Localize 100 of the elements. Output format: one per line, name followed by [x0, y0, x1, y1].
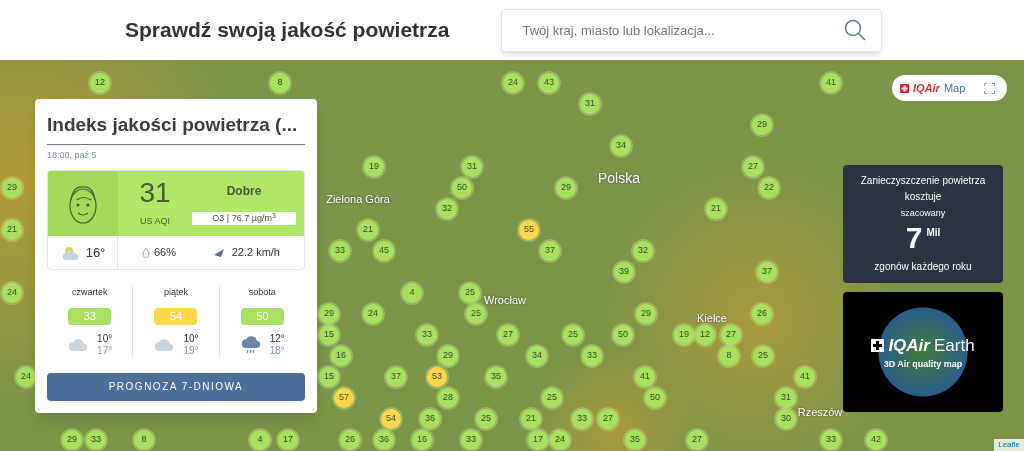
aqi-marker[interactable]: 8 — [719, 346, 739, 366]
aqi-marker[interactable]: 21 — [706, 199, 726, 219]
aqi-marker[interactable]: 4 — [402, 283, 422, 303]
aqi-marker[interactable]: 41 — [795, 367, 815, 387]
search-field[interactable]: Twój kraj, miasto lub lokalizacja... — [501, 8, 883, 52]
aqi-marker[interactable]: 33 — [572, 409, 592, 429]
aqi-marker[interactable]: 42 — [866, 430, 886, 450]
aqi-marker[interactable]: 21 — [358, 220, 378, 240]
aqi-marker[interactable]: 19 — [674, 325, 694, 345]
aqi-marker[interactable]: 29 — [752, 115, 772, 135]
aqi-marker[interactable]: 8 — [134, 430, 154, 450]
aqi-marker[interactable]: 41 — [635, 367, 655, 387]
swiss-cross-icon — [900, 83, 909, 93]
aqi-marker[interactable]: 24 — [2, 283, 22, 303]
aqi-marker[interactable]: 55 — [519, 220, 539, 240]
aqi-marker[interactable]: 29 — [556, 178, 576, 198]
aqi-marker[interactable]: 15 — [319, 367, 339, 387]
aqi-marker[interactable]: 50 — [452, 178, 472, 198]
forecast-high: 12° — [269, 332, 285, 345]
aqi-marker[interactable]: 26 — [752, 304, 772, 324]
aqi-marker[interactable]: 31 — [580, 94, 600, 114]
aqi-marker[interactable]: 27 — [721, 325, 741, 345]
aqi-marker[interactable]: 35 — [625, 430, 645, 450]
aqi-marker[interactable]: 24 — [16, 367, 36, 387]
place-label: Kielce — [697, 312, 727, 324]
aqi-marker[interactable]: 33 — [417, 325, 437, 345]
aqi-marker[interactable]: 25 — [476, 409, 496, 429]
aqi-marker[interactable]: 29 — [636, 304, 656, 324]
death-count: 7 — [905, 220, 923, 255]
aqi-marker[interactable]: 33 — [461, 430, 481, 450]
aqi-unit: US AQI — [140, 214, 170, 228]
aqi-marker[interactable]: 29 — [438, 346, 458, 366]
aqi-marker[interactable]: 34 — [527, 346, 547, 366]
aqi-marker[interactable]: 25 — [542, 388, 562, 408]
aqi-marker[interactable]: 32 — [437, 199, 457, 219]
aqi-status: Dobre — [226, 183, 262, 200]
aqi-marker[interactable]: 25 — [466, 304, 486, 324]
aqi-marker[interactable]: 12 — [695, 325, 715, 345]
aqi-marker[interactable]: 54 — [381, 409, 401, 429]
earth-banner[interactable]: IQAir Earth 3D Air quality map — [843, 292, 1003, 412]
aqi-marker[interactable]: 30 — [776, 409, 796, 429]
aqi-marker[interactable]: 26 — [340, 430, 360, 450]
aqi-marker[interactable]: 36 — [374, 430, 394, 450]
aqi-marker[interactable]: 31 — [462, 157, 482, 177]
aqi-marker[interactable]: 8 — [270, 73, 290, 93]
aqi-marker[interactable]: 4 — [250, 430, 270, 450]
aqi-marker[interactable]: 17 — [528, 430, 548, 450]
aqi-marker[interactable]: 35 — [486, 367, 506, 387]
aqi-marker[interactable]: 37 — [757, 262, 777, 282]
aqi-marker[interactable]: 25 — [753, 346, 773, 366]
aqi-marker[interactable]: 37 — [386, 367, 406, 387]
aqi-marker[interactable]: 31 — [776, 388, 796, 408]
aqi-marker[interactable]: 27 — [687, 430, 707, 450]
attribution-link[interactable]: Leafle — [994, 439, 1024, 451]
aqi-marker[interactable]: 16 — [331, 346, 351, 366]
forecast-button[interactable]: PROGNOZA 7-DNIOWA — [47, 372, 305, 401]
aqi-marker[interactable]: 25 — [460, 283, 480, 303]
aqi-marker[interactable]: 25 — [563, 325, 583, 345]
aqi-value: 31 — [139, 178, 171, 207]
aqi-marker[interactable]: 27 — [498, 325, 518, 345]
aqi-marker[interactable]: 19 — [364, 157, 384, 177]
earth-subtitle: 3D Air quality map — [883, 358, 963, 371]
aqi-marker[interactable]: 24 — [363, 304, 383, 324]
aqi-marker[interactable]: 43 — [539, 73, 559, 93]
aqi-marker[interactable]: 27 — [743, 157, 763, 177]
aqi-marker[interactable]: 16 — [412, 430, 432, 450]
aqi-marker[interactable]: 24 — [503, 73, 523, 93]
aqi-marker[interactable]: 33 — [582, 346, 602, 366]
aqi-marker[interactable]: 17 — [278, 430, 298, 450]
aqi-marker[interactable]: 34 — [611, 136, 631, 156]
aqi-marker[interactable]: 21 — [521, 409, 541, 429]
aqi-marker[interactable]: 29 — [319, 304, 339, 324]
forecast-aqi: 33 — [68, 307, 112, 325]
aqi-marker[interactable]: 50 — [613, 325, 633, 345]
map-brand-pill[interactable]: IQAir Map — [892, 75, 1007, 101]
forecast-aqi: 54 — [154, 307, 198, 325]
aqi-marker[interactable]: 45 — [374, 241, 394, 261]
aqi-marker[interactable]: 28 — [438, 388, 458, 408]
aqi-marker[interactable]: 15 — [319, 325, 339, 345]
aqi-marker[interactable]: 39 — [614, 262, 634, 282]
aqi-marker[interactable]: 33 — [821, 430, 841, 450]
search-icon[interactable] — [844, 18, 867, 41]
aqi-marker[interactable]: 29 — [2, 178, 22, 198]
aqi-marker[interactable]: 21 — [2, 220, 22, 240]
aqi-marker[interactable]: 37 — [540, 241, 560, 261]
aqi-marker[interactable]: 27 — [598, 409, 618, 429]
fullscreen-icon[interactable] — [984, 82, 995, 94]
page-title: Sprawdź swoją jakość powietrza — [125, 17, 450, 44]
aqi-marker[interactable]: 32 — [633, 241, 653, 261]
aqi-marker[interactable]: 33 — [86, 430, 106, 450]
aqi-marker[interactable]: 33 — [330, 241, 350, 261]
aqi-marker[interactable]: 41 — [821, 73, 841, 93]
aqi-marker[interactable]: 29 — [62, 430, 82, 450]
aqi-marker[interactable]: 12 — [90, 73, 110, 93]
aqi-marker[interactable]: 57 — [334, 388, 354, 408]
aqi-marker[interactable]: 36 — [420, 409, 440, 429]
aqi-marker[interactable]: 22 — [759, 178, 779, 198]
aqi-marker[interactable]: 50 — [645, 388, 665, 408]
aqi-marker[interactable]: 53 — [427, 367, 447, 387]
aqi-marker[interactable]: 24 — [550, 430, 570, 450]
